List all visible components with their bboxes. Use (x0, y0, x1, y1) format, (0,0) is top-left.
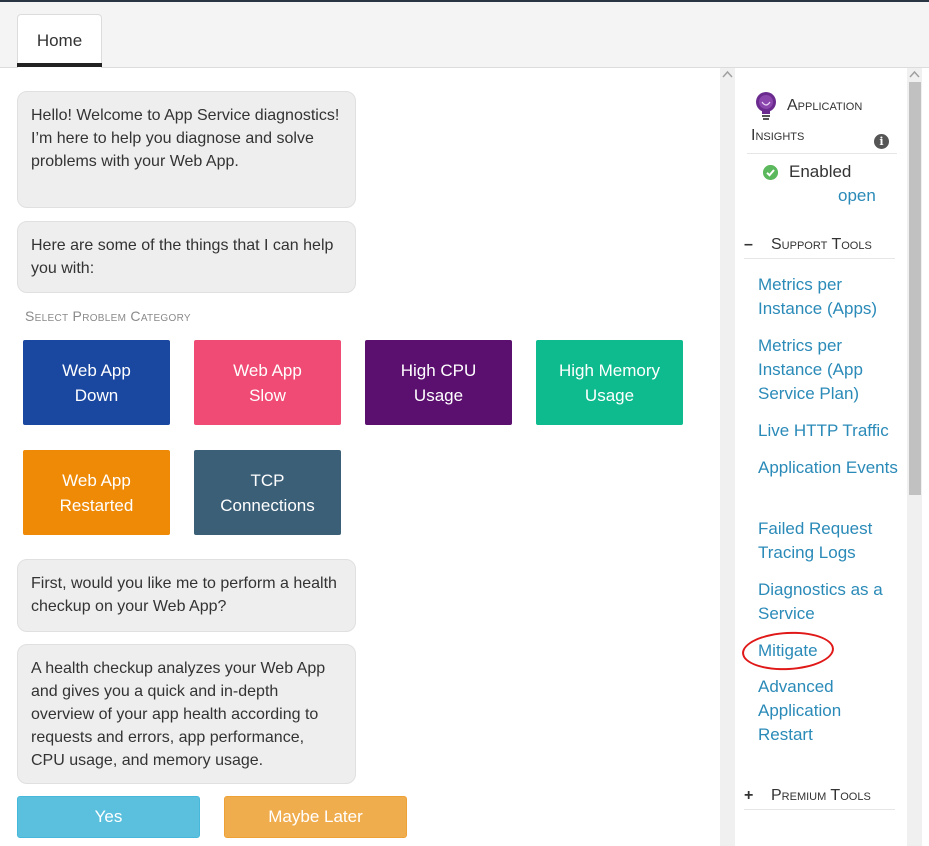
chat-panel: Hello! Welcome to App Service diagnostic… (0, 68, 720, 846)
tab-home[interactable]: Home (17, 14, 102, 68)
category-high-memory-usage-button[interactable]: High Memory Usage (536, 340, 683, 425)
check-circle-icon (763, 165, 778, 180)
tab-home-active-indicator (17, 63, 102, 67)
expand-plus-icon: + (744, 787, 754, 804)
category-web-app-restarted-button[interactable]: Web App Restarted (23, 450, 170, 535)
failed-request-tracing-logs-link[interactable]: Failed Request Tracing Logs (758, 517, 898, 565)
sidebar: Application Insights i Enabled open – Su… (735, 68, 907, 846)
premium-tools-title: Premium Tools (771, 787, 871, 804)
diagnostics-as-a-service-link[interactable]: Diagnostics as a Service (758, 578, 898, 626)
lightbulb-icon (756, 92, 776, 120)
window-right-edge (922, 68, 929, 846)
app-insights-title: Application (787, 97, 863, 114)
divider (747, 153, 897, 154)
category-web-app-slow-button[interactable]: Web App Slow (194, 340, 341, 425)
metrics-per-instance-plan-link[interactable]: Metrics per Instance (App Service Plan) (758, 334, 898, 406)
category-tcp-connections-button[interactable]: TCP Connections (194, 450, 341, 535)
chat-bubble-welcome: Hello! Welcome to App Service diagnostic… (17, 91, 356, 208)
yes-button[interactable]: Yes (17, 796, 200, 838)
chat-bubble-health-question: First, would you like me to perform a he… (17, 559, 356, 632)
sidebar-scrollbar[interactable] (907, 68, 922, 846)
divider (744, 809, 895, 810)
category-high-cpu-usage-button[interactable]: High CPU Usage (365, 340, 512, 425)
divider (744, 258, 895, 259)
status-text: Enabled (789, 162, 852, 181)
support-tools-title: Support Tools (771, 236, 872, 253)
scroll-up-arrow-icon[interactable] (909, 70, 920, 78)
info-icon[interactable]: i (874, 134, 889, 149)
scroll-up-arrow-icon[interactable] (722, 70, 733, 78)
chat-bubble-health-description: A health checkup analyzes your Web App a… (17, 644, 356, 784)
collapse-minus-icon: – (744, 236, 753, 253)
maybe-later-button[interactable]: Maybe Later (224, 796, 407, 838)
metrics-per-instance-apps-link[interactable]: Metrics per Instance (Apps) (758, 273, 898, 321)
category-web-app-down-button[interactable]: Web App Down (23, 340, 170, 425)
open-app-insights-link[interactable]: open (838, 186, 876, 206)
live-http-traffic-link[interactable]: Live HTTP Traffic (758, 419, 898, 443)
app-insights-title-line2: Insights (751, 127, 805, 144)
scrollbar-thumb[interactable] (909, 82, 921, 495)
application-events-link[interactable]: Application Events (758, 456, 898, 480)
chat-bubble-things: Here are some of the things that I can h… (17, 221, 356, 293)
mitigate-link[interactable]: Mitigate (758, 639, 898, 663)
tab-bar: Home (0, 2, 929, 68)
chat-panel-scrollbar[interactable] (720, 68, 735, 846)
problem-category-label: Select Problem Category (25, 308, 191, 324)
advanced-application-restart-link[interactable]: Advanced Application Restart (758, 675, 898, 747)
